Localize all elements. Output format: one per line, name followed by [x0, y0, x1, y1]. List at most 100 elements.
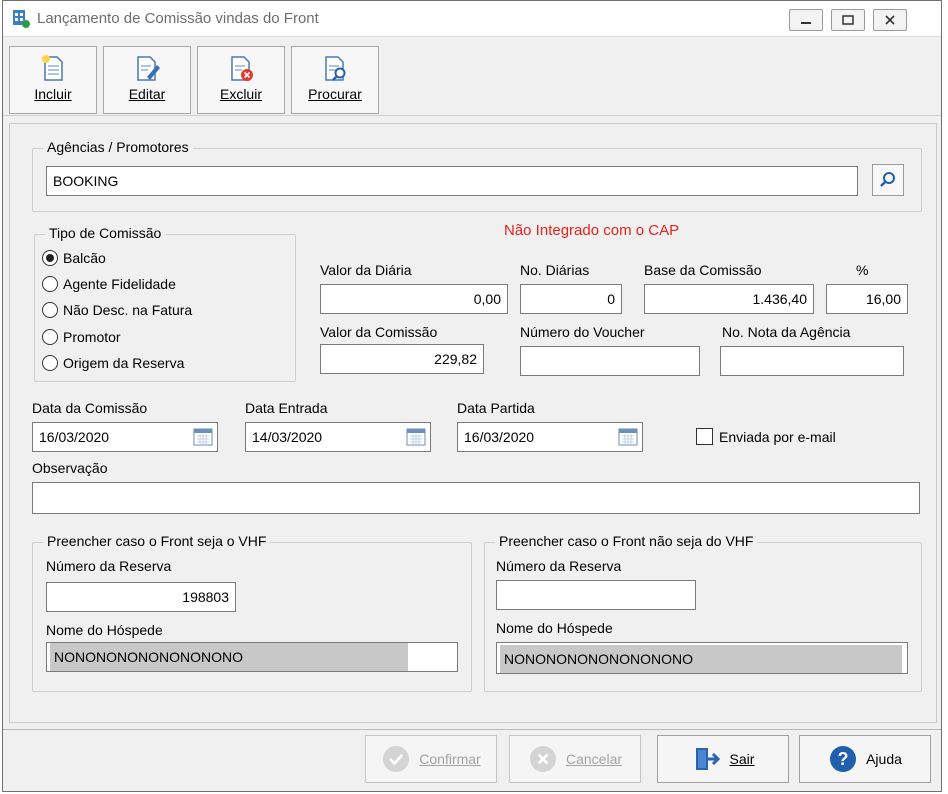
radio-agente-fidelidade-label: Agente Fidelidade [63, 276, 176, 292]
editar-label: Editar [128, 86, 166, 102]
nao-vhf-hospede-value: NONONONONONONONONO [500, 645, 902, 673]
data-entrada-value: 14/03/2020 [252, 429, 323, 445]
close-button[interactable] [873, 9, 907, 31]
pct-label: % [856, 262, 869, 278]
close-icon [885, 15, 895, 25]
title-bar: Lançamento de Comissão vindas do Front [3, 1, 941, 37]
nao-vhf-hospede-label: Nome do Hóspede [496, 620, 613, 636]
no-diarias-input[interactable]: 0 [520, 284, 622, 314]
calendar-icon[interactable] [618, 427, 638, 447]
radio-nao-desc-fatura[interactable]: Não Desc. na Fatura [42, 302, 192, 318]
calendar-icon[interactable] [193, 427, 213, 447]
radio-balcao-dot [42, 250, 58, 266]
nota-agencia-label: No. Nota da Agência [722, 324, 851, 340]
editar-button[interactable]: Editar [103, 46, 191, 114]
base-comissao-label: Base da Comissão [644, 262, 762, 278]
ajuda-button[interactable]: ? Ajuda [799, 735, 931, 783]
email-checkbox-box [696, 428, 713, 445]
no-diarias-label: No. Diárias [520, 262, 590, 278]
numero-voucher-label: Número do Voucher [520, 324, 645, 340]
data-entrada-label: Data Entrada [245, 400, 328, 416]
tipo-comissao-title: Tipo de Comissão [45, 225, 166, 241]
radio-promotor[interactable]: Promotor [42, 329, 121, 345]
incluir-label: Incluir [34, 86, 72, 102]
valor-diaria-label: Valor da Diária [320, 262, 412, 278]
email-checkbox-label: Enviada por e-mail [719, 428, 836, 445]
delete-document-icon [231, 56, 253, 81]
confirmar-label: Confirmar [419, 751, 481, 767]
ajuda-label: Ajuda [866, 751, 902, 767]
new-document-icon [42, 55, 63, 81]
data-comissao-label: Data da Comissão [32, 400, 148, 416]
vhf-hospede-value: NONONONONONONONONO [50, 643, 408, 671]
confirmar-button[interactable]: Confirmar [365, 735, 497, 783]
radio-promotor-label: Promotor [63, 329, 121, 345]
base-comissao-input[interactable]: 1.436,40 [644, 284, 814, 314]
calendar-icon[interactable] [406, 427, 426, 447]
data-partida-label: Data Partida [457, 400, 535, 416]
radio-balcao-label: Balcão [63, 250, 106, 266]
excluir-button[interactable]: Excluir [197, 46, 285, 114]
procurar-label: Procurar [308, 86, 362, 102]
maximize-button[interactable] [831, 9, 865, 31]
radio-nao-desc-fatura-dot [42, 302, 58, 318]
procurar-button[interactable]: Procurar [291, 46, 379, 114]
valor-comissao-label: Valor da Comissão [320, 324, 438, 340]
agencia-search-button[interactable] [872, 164, 904, 196]
radio-origem-reserva-label: Origem da Reserva [63, 355, 185, 371]
vhf-hospede-input[interactable]: NONONONONONONONONO [46, 642, 458, 672]
radio-promotor-dot [42, 329, 58, 345]
check-circle-icon [383, 746, 410, 772]
svg-text:?: ? [838, 749, 849, 769]
minimize-icon [801, 22, 811, 24]
exit-icon [695, 748, 720, 770]
excluir-label: Excluir [219, 86, 262, 102]
sair-label: Sair [729, 751, 755, 767]
radio-balcao[interactable]: Balcão [42, 250, 106, 266]
incluir-button[interactable]: Incluir [9, 46, 97, 114]
cancelar-label: Cancelar [565, 751, 623, 767]
help-icon: ? [830, 746, 857, 772]
radio-agente-fidelidade[interactable]: Agente Fidelidade [42, 276, 176, 292]
radio-origem-reserva-dot [42, 355, 58, 371]
integration-status: Não Integrado com o CAP [504, 222, 680, 239]
search-icon [880, 172, 895, 187]
nota-agencia-input[interactable] [720, 346, 904, 376]
minimize-button[interactable] [789, 9, 823, 31]
observacao-label: Observação [32, 460, 108, 476]
vhf-group-title: Preencher caso o Front seja o VHF [43, 533, 271, 549]
email-checkbox[interactable]: Enviada por e-mail [696, 428, 836, 445]
sair-button[interactable]: Sair [657, 735, 789, 783]
radio-origem-reserva[interactable]: Origem da Reserva [42, 355, 184, 371]
vhf-hospede-label: Nome do Hóspede [46, 622, 163, 638]
pct-input[interactable]: 16,00 [826, 284, 908, 314]
data-partida-value: 16/03/2020 [464, 429, 535, 445]
agencia-input[interactable]: BOOKING [46, 166, 858, 196]
cancelar-button[interactable]: Cancelar [509, 735, 641, 783]
radio-agente-fidelidade-dot [42, 276, 58, 292]
toolbar: Incluir Editar Excluir Procurar [3, 38, 941, 116]
maximize-icon [842, 15, 854, 25]
nao-vhf-reserva-label: Número da Reserva [496, 558, 622, 574]
vhf-reserva-input[interactable]: 198803 [46, 582, 236, 612]
observacao-input[interactable] [32, 482, 920, 514]
data-comissao-input[interactable]: 16/03/2020 [32, 422, 218, 452]
data-partida-input[interactable]: 16/03/2020 [457, 422, 643, 452]
edit-document-icon [137, 56, 160, 81]
nao-vhf-group-title: Preencher caso o Front não seja do VHF [495, 533, 758, 549]
vhf-reserva-label: Número da Reserva [46, 558, 172, 574]
window-title: Lançamento de Comissão vindas do Front [37, 10, 319, 27]
radio-nao-desc-fatura-label: Não Desc. na Fatura [63, 302, 193, 318]
nao-vhf-hospede-input[interactable]: NONONONONONONONONO [496, 642, 908, 674]
data-entrada-input[interactable]: 14/03/2020 [245, 422, 431, 452]
valor-comissao-input[interactable]: 229,82 [320, 344, 484, 374]
data-comissao-value: 16/03/2020 [39, 429, 110, 445]
form-panel: Agências / Promotores BOOKING Tipo de Co… [9, 123, 937, 723]
cancel-circle-icon [529, 746, 556, 772]
search-document-icon [325, 56, 346, 81]
nao-vhf-reserva-input[interactable] [496, 580, 696, 610]
numero-voucher-input[interactable] [520, 346, 700, 376]
agencias-group-title: Agências / Promotores [43, 139, 193, 155]
valor-diaria-input[interactable]: 0,00 [320, 284, 508, 314]
app-icon [13, 10, 30, 28]
